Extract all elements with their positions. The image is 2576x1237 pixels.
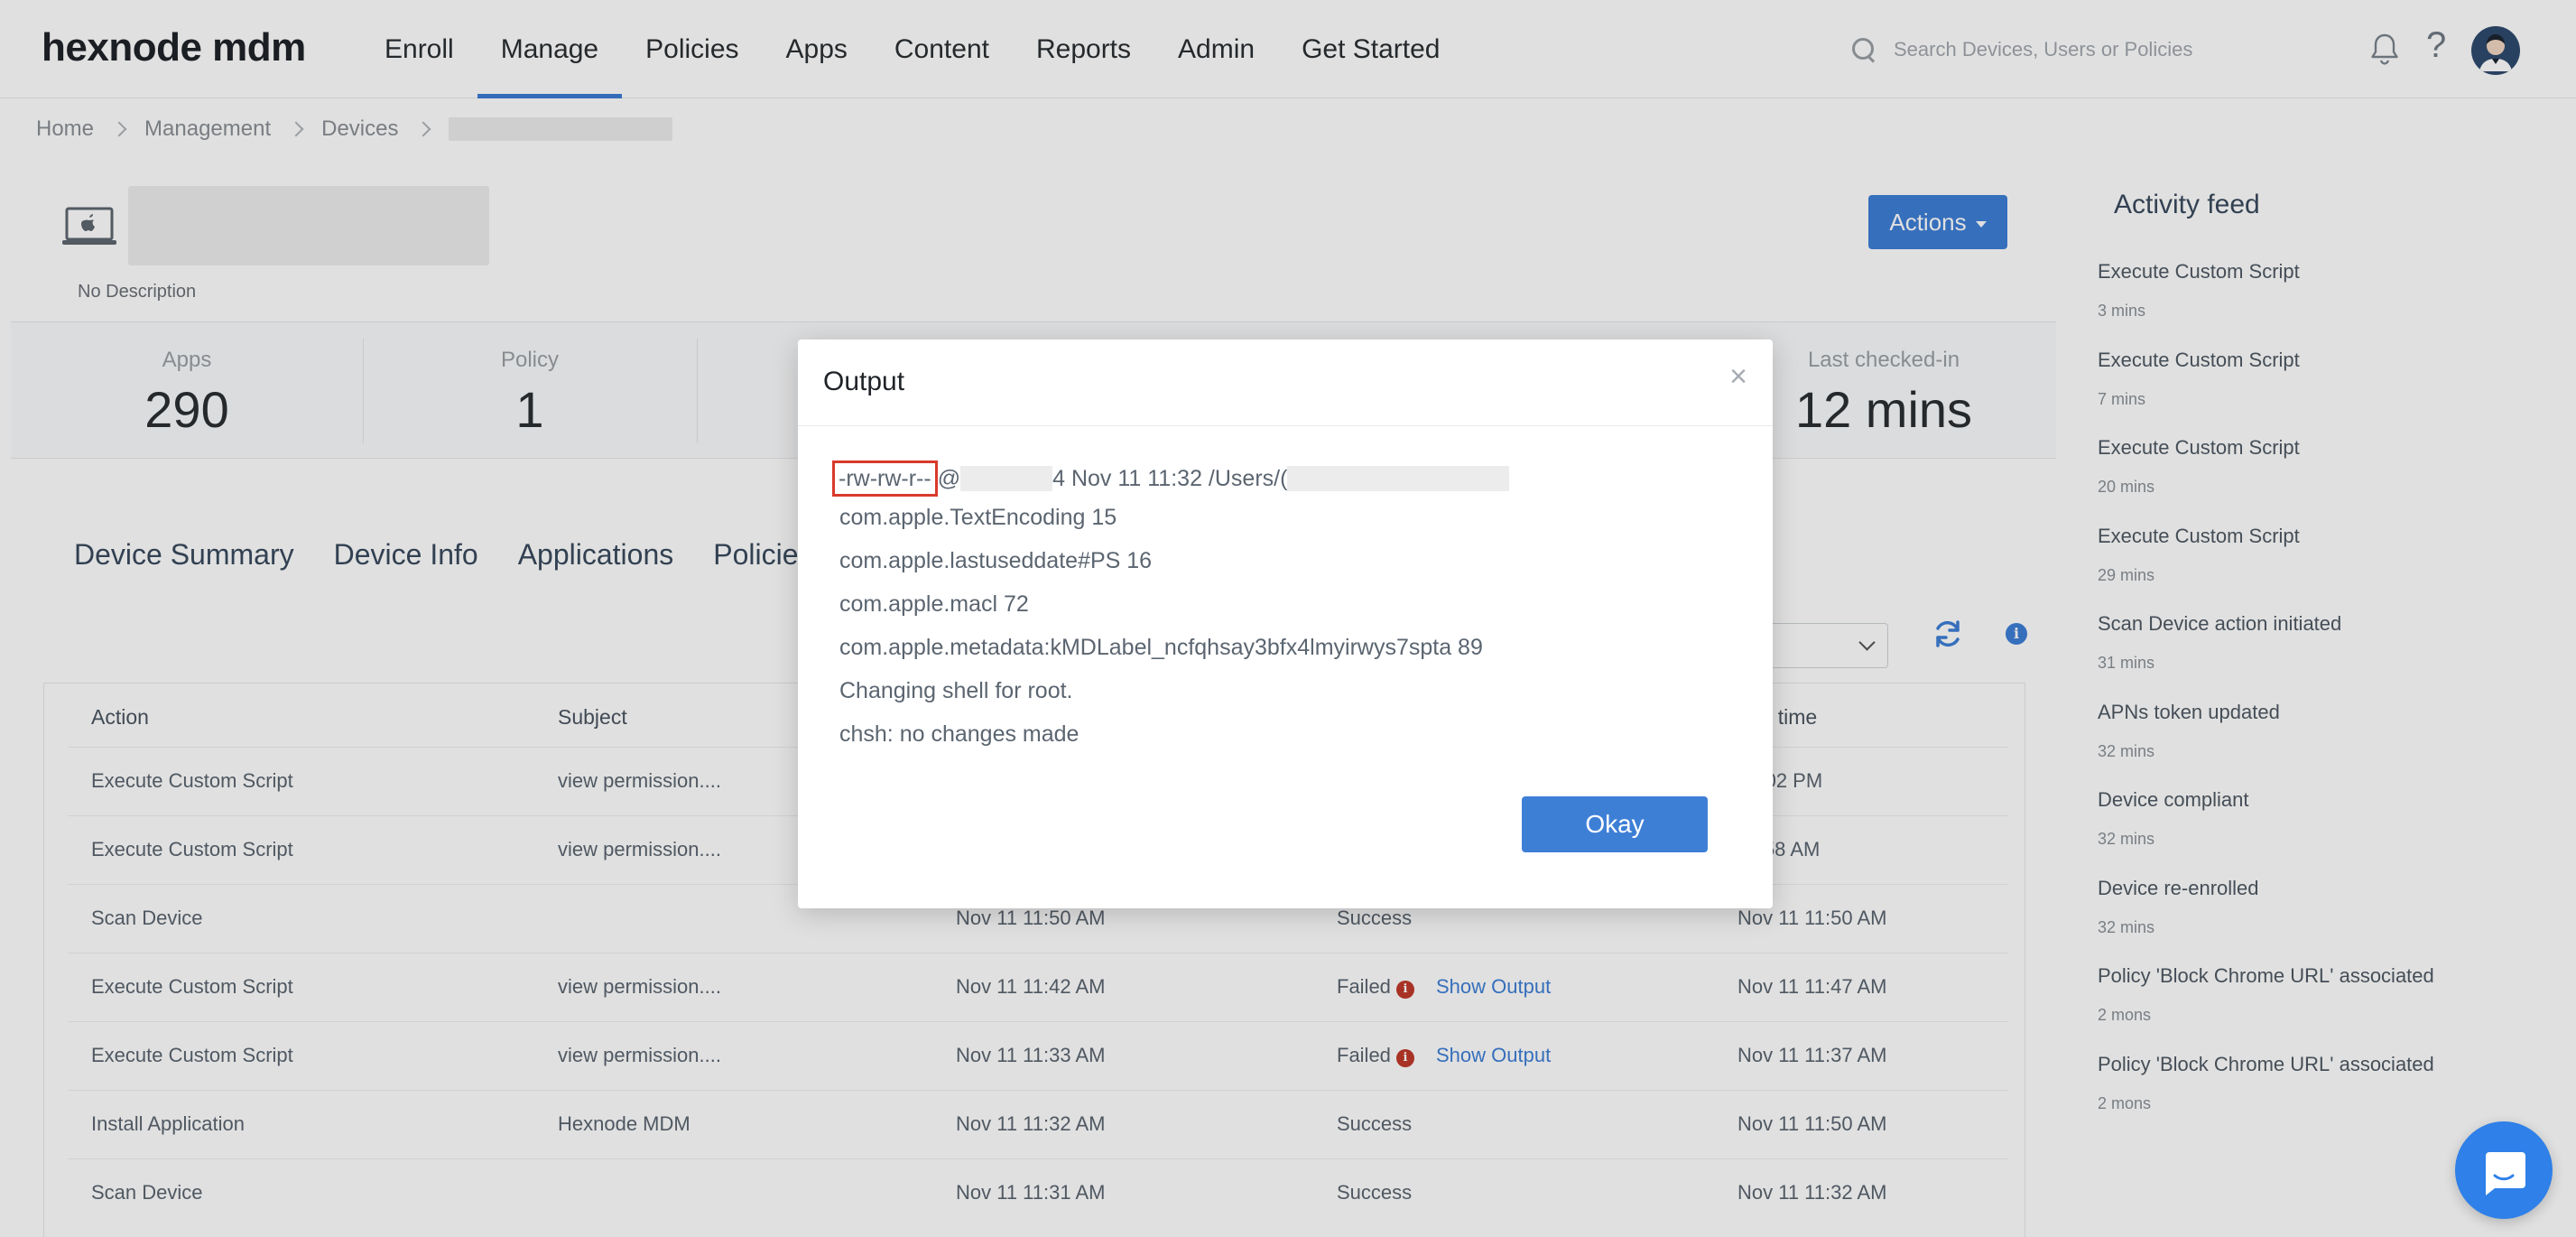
output-at-sign: @ [937, 466, 961, 491]
output-line1-tail: ( [1280, 466, 1288, 491]
output-line: com.apple.lastuseddate#PS 16 [839, 548, 1153, 573]
output-line: com.apple.macl 72 [839, 591, 1029, 617]
chat-icon [2486, 1152, 2525, 1195]
chat-launcher-button[interactable] [2455, 1121, 2553, 1219]
permission-highlight: -rw-rw-r-- [832, 460, 938, 497]
output-line1-mid: 4 Nov 11 11:32 /Users/ [1052, 466, 1281, 491]
output-line: -rw-rw-r-- @4 Nov 11 11:32 /Users/( [832, 460, 1510, 504]
output-dialog-title: Output [823, 367, 905, 396]
output-line: com.apple.TextEncoding 15 [839, 505, 1117, 530]
script-output: -rw-rw-r-- @4 Nov 11 11:32 /Users/( com.a… [832, 460, 1510, 764]
okay-button[interactable]: Okay [1522, 796, 1708, 852]
output-line: chsh: no changes made [839, 721, 1080, 747]
output-dialog: Output × -rw-rw-r-- @4 Nov 11 11:32 /User… [798, 339, 1773, 908]
redacted-text [960, 466, 1053, 491]
output-line: com.apple.metadata:kMDLabel_ncfqhsay3bfx… [839, 635, 1483, 660]
output-line: Changing shell for root. [839, 678, 1073, 703]
close-icon[interactable]: × [1729, 359, 1747, 395]
redacted-text [1287, 466, 1510, 491]
output-dialog-header: Output × [798, 339, 1773, 426]
